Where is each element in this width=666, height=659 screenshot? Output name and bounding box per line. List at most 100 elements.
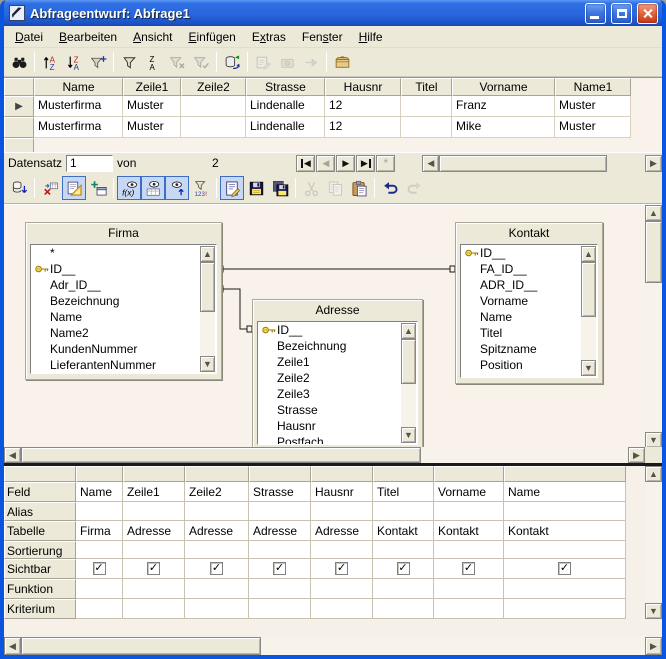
qbe-cell[interactable]: ✓ (504, 559, 626, 579)
qbe-vertical-scrollbar[interactable]: ▲▼ (645, 466, 662, 619)
column-header[interactable]: Name (34, 78, 123, 96)
scroll-down-button[interactable]: ▼ (401, 427, 416, 443)
field-item[interactable]: Zeile1 (258, 354, 417, 370)
scrollbar-track[interactable] (581, 317, 596, 360)
datasheet-cell[interactable] (181, 96, 246, 117)
field-item[interactable]: LieferantenNummer (31, 357, 216, 373)
qbe-cell[interactable] (373, 541, 434, 559)
diagram-table-adresse[interactable]: AdresseID__BezeichnungZeile1Zeile2Zeile3… (252, 299, 423, 447)
apply-filter-button[interactable] (189, 50, 213, 74)
refresh-data-button[interactable] (220, 50, 244, 74)
visible-checkbox[interactable]: ✓ (273, 562, 286, 575)
data-to-text-button[interactable] (330, 50, 354, 74)
menu-item-hilfe[interactable]: Hilfe (351, 28, 391, 46)
goto-record-button[interactable] (299, 50, 323, 74)
qbe-cell[interactable] (76, 579, 123, 599)
qbe-column-header[interactable] (249, 466, 311, 482)
qbe-column-header[interactable] (123, 466, 185, 482)
field-item[interactable]: Spitzname (461, 341, 597, 357)
datasheet-cell[interactable] (401, 117, 452, 138)
scroll-down-button[interactable]: ▼ (200, 356, 215, 372)
scrollbar-track[interactable] (607, 155, 645, 172)
qbe-column-header[interactable] (76, 466, 123, 482)
titlebar[interactable]: Abfrageentwurf: Abfrage1 (4, 0, 662, 26)
qbe-cell[interactable]: ✓ (373, 559, 434, 579)
field-item[interactable]: Zeile2 (258, 370, 417, 386)
field-item[interactable]: ID__ (258, 322, 417, 338)
qbe-cell[interactable] (123, 502, 185, 521)
column-header[interactable]: Zeile2 (181, 78, 246, 96)
scroll-right-button[interactable]: ▶ (645, 155, 662, 172)
visible-checkbox[interactable]: ✓ (397, 562, 410, 575)
table-title[interactable]: Firma (30, 223, 217, 244)
qbe-cell[interactable]: ✓ (185, 559, 249, 579)
menu-item-datei[interactable]: Datei (7, 28, 51, 46)
datasheet-cell[interactable]: Mike (452, 117, 555, 138)
qbe-cell[interactable] (185, 599, 249, 619)
qbe-cell[interactable] (373, 599, 434, 619)
menu-item-bearbeiten[interactable]: Bearbeiten (51, 28, 125, 46)
qbe-cell[interactable] (123, 579, 185, 599)
qbe-cell[interactable]: Strasse (249, 482, 311, 502)
datasheet-cell[interactable]: Franz (452, 96, 555, 117)
menu-item-fenster[interactable]: Fenster (294, 28, 351, 46)
visible-checkbox[interactable]: ✓ (462, 562, 475, 575)
field-item[interactable]: Bezeichnung (258, 338, 417, 354)
qbe-cell[interactable]: ✓ (311, 559, 373, 579)
visible-checkbox[interactable]: ✓ (210, 562, 223, 575)
clear-query-button[interactable] (38, 176, 62, 200)
field-item[interactable]: Name (461, 309, 597, 325)
table-scrollbar[interactable]: ▲▼ (581, 246, 596, 376)
field-item[interactable]: Position (461, 357, 597, 373)
qbe-cell[interactable]: Kontakt (504, 521, 626, 541)
save-button[interactable] (244, 176, 268, 200)
qbe-cell[interactable] (311, 599, 373, 619)
diagram-table-kontakt[interactable]: KontaktID__FA_ID__ADR_ID__VornameNameTit… (455, 222, 603, 384)
field-item[interactable]: Strasse (258, 402, 417, 418)
row-selector[interactable]: ▶ (4, 96, 34, 117)
qbe-cell[interactable] (373, 579, 434, 599)
table-scrollbar[interactable]: ▲▼ (401, 323, 416, 443)
mail-merge-button[interactable] (275, 50, 299, 74)
qbe-cell[interactable] (185, 579, 249, 599)
scrollbar-track[interactable] (645, 283, 662, 432)
sort-ascending-button[interactable] (38, 50, 62, 74)
qbe-cell[interactable] (123, 599, 185, 619)
scrollbar-thumb[interactable] (21, 637, 261, 655)
scrollbar-thumb[interactable] (439, 155, 607, 172)
paste-button[interactable] (347, 176, 371, 200)
design-view-button[interactable] (62, 176, 86, 200)
diagram-table-firma[interactable]: Firma*ID__Adr_ID__BezeichnungNameName2Ku… (25, 222, 222, 380)
diagram-horizontal-scrollbar[interactable]: ◀▶ (4, 447, 662, 463)
scrollbar-thumb[interactable] (200, 262, 215, 312)
visible-checkbox[interactable]: ✓ (93, 562, 106, 575)
qbe-cell[interactable] (504, 541, 626, 559)
scroll-left-button[interactable]: ◀ (4, 637, 21, 655)
field-item[interactable]: KundenNummer (31, 341, 216, 357)
close-button[interactable] (637, 3, 658, 24)
last-record-button[interactable]: ▶ (356, 155, 375, 172)
row-selector[interactable] (4, 117, 34, 138)
qbe-cell[interactable]: Adresse (311, 521, 373, 541)
qbe-cell[interactable]: ✓ (249, 559, 311, 579)
scrollbar-thumb[interactable] (401, 339, 416, 384)
datasheet-cell[interactable]: Musterfirma (34, 96, 123, 117)
qbe-cell[interactable] (311, 541, 373, 559)
first-record-button[interactable]: ◀ (296, 155, 315, 172)
autofilter-button[interactable] (86, 50, 110, 74)
scroll-up-button[interactable]: ▲ (581, 246, 596, 262)
qbe-cell[interactable]: Titel (373, 482, 434, 502)
qbe-column-header[interactable] (311, 466, 373, 482)
field-item[interactable]: * (31, 245, 216, 261)
save-all-button[interactable] (268, 176, 292, 200)
datasheet-cell[interactable] (401, 96, 452, 117)
qbe-cell[interactable]: Kontakt (373, 521, 434, 541)
qbe-cell[interactable] (504, 579, 626, 599)
qbe-cell[interactable] (504, 599, 626, 619)
copy-button[interactable] (323, 176, 347, 200)
datasheet-cell[interactable]: 12 (325, 96, 401, 117)
field-item[interactable]: ID__ (461, 245, 597, 261)
column-header[interactable]: Hausnr (325, 78, 401, 96)
next-record-button[interactable]: ▶ (336, 155, 355, 172)
column-header[interactable]: Name1 (555, 78, 631, 96)
